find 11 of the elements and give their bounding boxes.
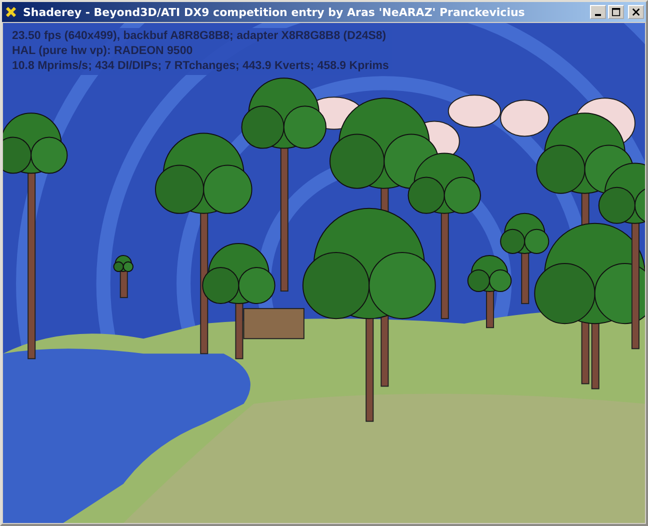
minimize-icon xyxy=(595,14,601,16)
maximize-button[interactable] xyxy=(608,5,624,19)
stats-text: HAL (pure hw vp): RADEON 9500 xyxy=(12,44,194,59)
minimize-button[interactable] xyxy=(590,5,606,19)
maximize-icon xyxy=(612,8,620,16)
close-icon xyxy=(632,8,640,16)
stats-text: 10.8 Mprims/s; 434 DI/DIPs; 7 RTchanges; 443.9 Kverts; 458.9 Kprims xyxy=(12,59,389,74)
close-button[interactable] xyxy=(628,5,644,19)
app-icon xyxy=(4,5,18,19)
stats-text: 23.50 fps (640x499), backbuf A8R8G8B8; adapter X8R8G8B8 (D24S8) xyxy=(12,29,388,44)
window-title: Shaderey - Beyond3D/ATI DX9 competition entry by Aras 'NeARAZ' Pranckevicius xyxy=(23,6,526,18)
